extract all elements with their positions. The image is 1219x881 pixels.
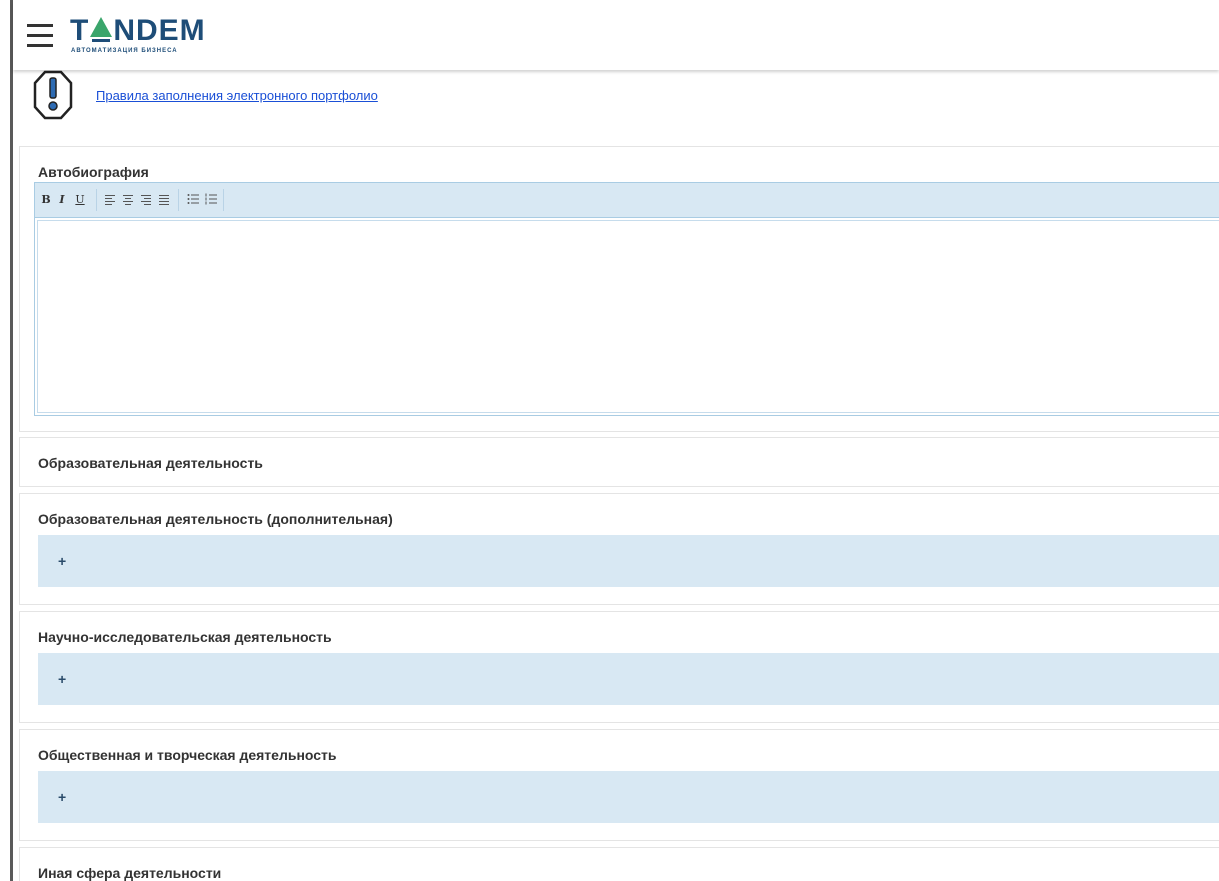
section-educational-additional: Образовательная деятельность (дополнител…	[19, 493, 1219, 605]
tandem-logo[interactable]: T NDEM АВТОМАТИЗАЦИЯ БИЗНЕСА	[70, 16, 210, 58]
logo-wordmark: T NDEM	[70, 14, 206, 47]
portfolio-page: T NDEM АВТОМАТИЗАЦИЯ БИЗНЕСА Правила запо…	[0, 0, 1219, 881]
plus-icon: +	[58, 671, 67, 687]
autobiography-card: Автобиография B I U	[19, 146, 1219, 432]
add-item-button[interactable]: +	[38, 535, 1219, 587]
autobiography-textarea[interactable]	[37, 220, 1219, 413]
section-title: Образовательная деятельность (дополнител…	[38, 511, 393, 527]
section-social-creative: Общественная и творческая деятельность +	[19, 729, 1219, 841]
toolbar-separator	[223, 189, 224, 211]
align-right-icon[interactable]	[141, 195, 151, 205]
autobiography-editor: B I U	[34, 182, 1219, 416]
align-center-icon[interactable]	[123, 195, 133, 205]
add-item-button[interactable]: +	[38, 653, 1219, 705]
numbered-list-icon[interactable]	[205, 193, 217, 205]
bullet-list-icon[interactable]	[187, 193, 199, 205]
warning-icon	[33, 70, 73, 120]
toolbar-separator	[178, 189, 179, 211]
align-left-icon[interactable]	[105, 195, 115, 205]
rules-notice: Правила заполнения электронного портфоли…	[33, 70, 633, 140]
section-educational: Образовательная деятельность	[19, 437, 1219, 487]
portfolio-rules-link[interactable]: Правила заполнения электронного портфоли…	[96, 88, 378, 103]
section-title: Образовательная деятельность	[38, 455, 263, 471]
autobiography-title: Автобиография	[38, 164, 149, 180]
plus-icon: +	[58, 553, 67, 569]
section-title: Научно-исследовательская деятельность	[38, 629, 332, 645]
editor-toolbar: B I U	[35, 183, 1219, 218]
bold-button[interactable]: B	[39, 192, 53, 208]
section-title: Иная сфера деятельности	[38, 865, 222, 881]
logo-triangle-icon	[90, 17, 113, 42]
toolbar-separator	[96, 189, 97, 211]
logo-subtitle: АВТОМАТИЗАЦИЯ БИЗНЕСА	[71, 48, 178, 54]
underline-button[interactable]: U	[73, 192, 87, 208]
add-item-button[interactable]: +	[38, 771, 1219, 823]
italic-button[interactable]: I	[55, 192, 69, 208]
app-header: T NDEM АВТОМАТИЗАЦИЯ БИЗНЕСА	[13, 0, 1219, 70]
plus-icon: +	[58, 789, 67, 805]
left-border	[10, 0, 13, 881]
section-title: Общественная и творческая деятельность	[38, 747, 337, 763]
section-other: Иная сфера деятельности	[19, 847, 1219, 881]
section-research: Научно-исследовательская деятельность +	[19, 611, 1219, 723]
menu-icon[interactable]	[27, 24, 53, 48]
align-justify-icon[interactable]	[159, 195, 169, 205]
